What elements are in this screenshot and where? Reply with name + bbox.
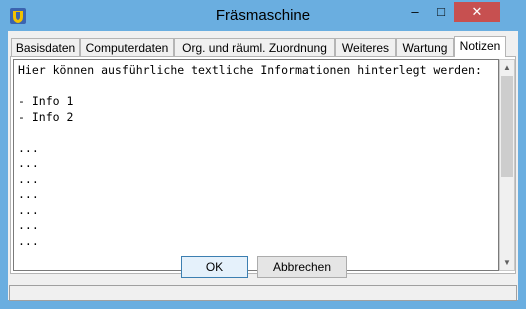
scroll-up-icon[interactable]: ▲ — [500, 60, 514, 75]
tab-wartung[interactable]: Wartung — [396, 38, 454, 56]
notes-line: - Info 1 — [18, 94, 74, 108]
tab-weiteres[interactable]: Weiteres — [335, 38, 396, 56]
minimize-icon[interactable]: – — [402, 2, 428, 22]
maximize-icon[interactable]: □ — [428, 2, 454, 22]
scroll-thumb[interactable] — [501, 76, 513, 177]
notes-line — [18, 125, 488, 141]
notes-line: ... — [18, 187, 39, 201]
dialog-window: Fräsmaschine – □ ✕ Basisdaten Computerda… — [0, 0, 526, 309]
close-icon[interactable]: ✕ — [454, 2, 500, 22]
vertical-scrollbar[interactable]: ▲ ▼ — [499, 59, 515, 271]
notes-line: ... — [18, 171, 39, 186]
notes-line: ... — [18, 140, 39, 155]
notes-textarea[interactable]: Hier können ausführliche textliche Infor… — [13, 59, 499, 271]
tab-computerdaten[interactable]: Computerdaten — [80, 38, 174, 56]
notes-line: Hier können ausführliche textliche Infor… — [18, 63, 482, 77]
cancel-button[interactable]: Abbrechen — [257, 256, 347, 278]
title-bar[interactable]: Fräsmaschine – □ ✕ — [1, 1, 525, 31]
notes-tab-panel: Hier können ausführliche textliche Infor… — [10, 56, 516, 274]
notes-text[interactable]: Hier können ausführliche textliche Infor… — [18, 63, 488, 249]
ok-button[interactable]: OK — [181, 256, 248, 278]
dialog-client-area: Basisdaten Computerdaten Org. und räuml.… — [8, 31, 518, 301]
notes-line: ... — [18, 218, 39, 232]
tab-org-raeuml-zuordnung[interactable]: Org. und räuml. Zuordnung — [174, 38, 335, 56]
notes-line: - Info 2 — [18, 109, 74, 124]
notes-line: ... — [18, 202, 39, 217]
notes-line: ... — [18, 156, 39, 170]
tab-basisdaten[interactable]: Basisdaten — [11, 38, 80, 56]
notes-line — [18, 79, 488, 95]
tab-notizen[interactable]: Notizen — [454, 36, 506, 57]
scroll-down-icon[interactable]: ▼ — [500, 255, 514, 270]
status-bar — [9, 285, 517, 301]
notes-line: ... — [18, 233, 39, 248]
